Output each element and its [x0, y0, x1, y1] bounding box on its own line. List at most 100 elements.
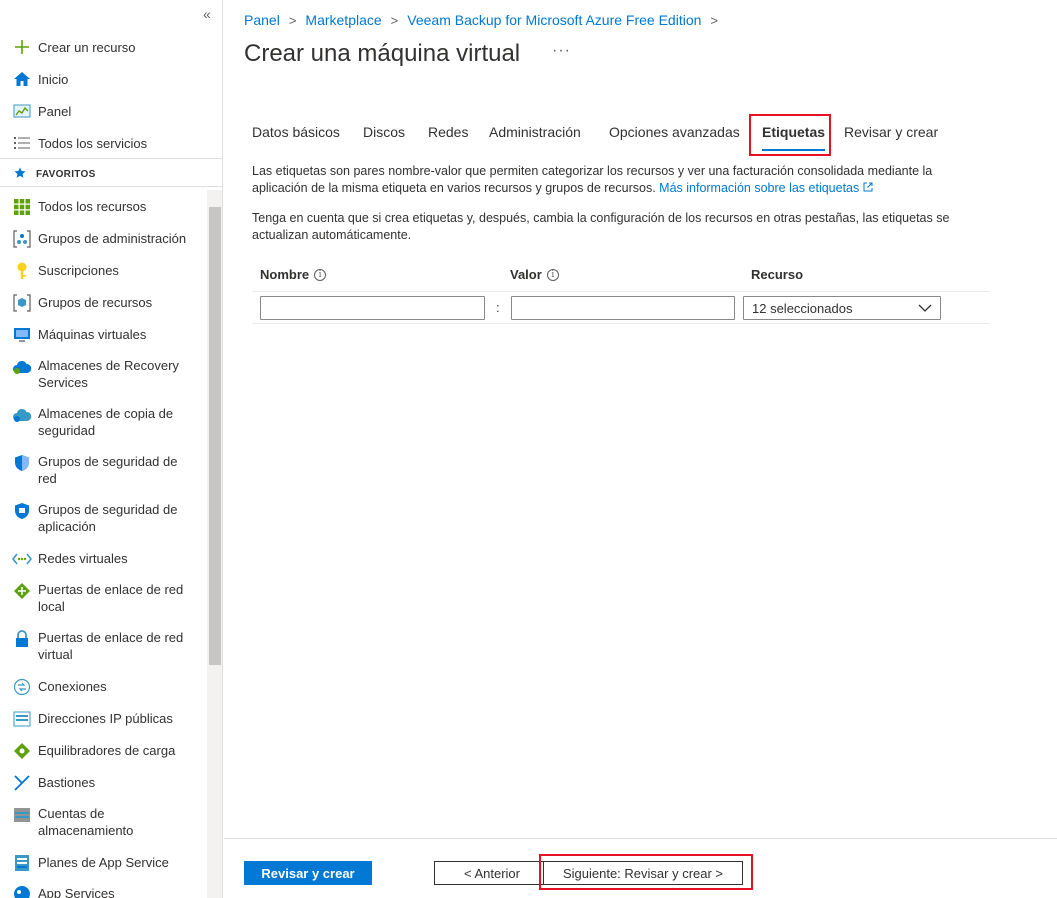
app-security-shield-icon — [12, 501, 32, 521]
sidebar-item-management-groups[interactable]: Grupos de administración — [0, 230, 207, 248]
sidebar-item-local-gateway[interactable]: Puertas de enlace de red local — [0, 581, 207, 615]
breadcrumb-veeam-link[interactable]: Veeam Backup for Microsoft Azure Free Ed… — [407, 12, 701, 28]
tab-opciones-avanzadas[interactable]: Opciones avanzadas — [609, 124, 740, 140]
sidebar-item-label: Bastiones — [38, 775, 96, 790]
nav-dashboard[interactable]: Panel — [0, 102, 207, 120]
nav-home[interactable]: Inicio — [0, 70, 207, 88]
sidebar-item-label: Planes de App Service — [38, 855, 169, 870]
next-review-create-button[interactable]: Siguiente: Revisar y crear > — [543, 861, 743, 885]
connections-icon — [12, 677, 32, 697]
tab-redes[interactable]: Redes — [428, 124, 468, 140]
sidebar-item-label: Suscripciones — [38, 263, 119, 278]
backup-vault-icon — [12, 405, 32, 425]
tab-etiquetas[interactable]: Etiquetas — [762, 124, 826, 151]
sidebar-item-virtual-machine[interactable]: Máquinas virtuales — [0, 326, 207, 344]
sidebar-item-connections[interactable]: Conexiones — [0, 678, 207, 696]
nav-create-resource[interactable]: Crear un recurso — [0, 38, 207, 56]
sidebar-item-recovery-vault[interactable]: Almacenes de Recovery Services — [0, 357, 207, 391]
tag-name-input[interactable] — [260, 296, 485, 320]
breadcrumb: Panel > Marketplace > Veeam Backup for M… — [244, 12, 727, 28]
sidebar-item-public-ip[interactable]: Direcciones IP públicas — [0, 710, 207, 728]
sidebar-item-load-balancer[interactable]: Equilibradores de carga — [0, 742, 207, 760]
bastion-icon — [12, 773, 32, 793]
sidebar-item-label: Grupos de seguridad de red — [38, 454, 178, 486]
breadcrumb-panel-link[interactable]: Panel — [244, 12, 280, 28]
breadcrumb-separator: > — [390, 12, 399, 28]
sidebar-item-shield[interactable]: Grupos de seguridad de red — [0, 453, 207, 487]
table-divider — [252, 291, 990, 292]
tab-discos[interactable]: Discos — [363, 124, 405, 140]
recovery-vault-icon — [12, 357, 32, 377]
sidebar-item-label: Cuentas de almacenamiento — [38, 806, 134, 838]
sidebar-item-virtual-network[interactable]: Redes virtuales — [0, 550, 207, 568]
tags-note: Tenga en cuenta que si crea etiquetas y,… — [252, 211, 950, 242]
all-resources-icon — [12, 197, 32, 217]
list-icon — [12, 133, 32, 153]
page-title: Crear una máquina virtual — [244, 40, 521, 67]
tab-datos-basicos[interactable]: Datos básicos — [252, 124, 340, 140]
tab-revisar-y-crear[interactable]: Revisar y crear — [844, 124, 938, 140]
sidebar-item-storage-account[interactable]: Cuentas de almacenamiento — [0, 805, 207, 839]
favorites-header: FAVORITOS — [14, 167, 96, 182]
sidebar-item-all-resources[interactable]: Todos los recursos — [0, 198, 207, 216]
sidebar-item-label: Todos los recursos — [38, 199, 147, 214]
shield-icon — [12, 453, 32, 473]
app-services-icon — [12, 884, 32, 898]
footer-action-bar: Revisar y crear < Anterior Siguiente: Re… — [224, 838, 1057, 898]
nav-home-label: Inicio — [38, 71, 69, 87]
home-icon — [12, 69, 32, 89]
storage-account-icon — [12, 805, 32, 825]
nav-all-services[interactable]: Todos los servicios — [0, 134, 207, 152]
info-icon[interactable]: i — [314, 268, 327, 281]
lock-gateway-icon — [12, 629, 32, 649]
tag-value-input[interactable] — [511, 296, 735, 320]
sidebar-item-backup-vault[interactable]: Almacenes de copia de seguridad — [0, 405, 207, 439]
sidebar-item-bastion[interactable]: Bastiones — [0, 774, 207, 792]
resource-dropdown[interactable]: 12 seleccionados — [743, 296, 941, 320]
main-content: Panel > Marketplace > Veeam Backup for M… — [224, 0, 1057, 898]
plus-icon — [12, 37, 32, 57]
sidebar-item-label: Equilibradores de carga — [38, 743, 176, 758]
app-service-plan-icon — [12, 853, 32, 873]
column-header-value: Valor i — [510, 267, 559, 282]
sidebar-item-label: Máquinas virtuales — [38, 327, 147, 342]
management-groups-icon — [12, 229, 32, 249]
sidebar-item-label: Conexiones — [38, 679, 107, 694]
virtual-machine-icon — [12, 325, 32, 345]
breadcrumb-separator: > — [710, 12, 718, 28]
nav-create-resource-label: Crear un recurso — [38, 39, 136, 55]
tab-administracion[interactable]: Administración — [489, 124, 581, 140]
breadcrumb-marketplace-link[interactable]: Marketplace — [305, 12, 381, 28]
review-create-button[interactable]: Revisar y crear — [244, 861, 372, 885]
sidebar-item-app-service-plan[interactable]: Planes de App Service — [0, 854, 207, 872]
previous-button[interactable]: < Anterior — [434, 861, 550, 885]
chevron-down-icon — [918, 301, 932, 318]
more-options-button[interactable]: ··· — [552, 42, 571, 60]
nav-all-services-label: Todos los servicios — [38, 135, 148, 151]
key-icon — [12, 261, 32, 281]
collapse-sidebar-icon[interactable]: « — [203, 6, 211, 22]
sidebar-item-app-security-shield[interactable]: Grupos de seguridad de aplicación — [0, 501, 207, 535]
sidebar-item-resource-groups[interactable]: Grupos de recursos — [0, 294, 207, 312]
sidebar-item-label: Redes virtuales — [38, 551, 128, 566]
learn-more-tags-link[interactable]: Más información sobre las etiquetas — [659, 181, 873, 195]
breadcrumb-separator: > — [288, 12, 297, 28]
external-link-icon — [863, 182, 873, 192]
sidebar-item-label: Almacenes de Recovery Services — [38, 358, 179, 390]
left-nav-sidebar: « Crear un recurso Inicio Panel Todos lo… — [0, 0, 223, 898]
tags-description: Las etiquetas son pares nombre-valor que… — [252, 164, 933, 195]
sidebar-item-app-services[interactable]: App Services — [0, 885, 207, 898]
sidebar-scrollbar-thumb[interactable] — [209, 207, 221, 665]
sidebar-item-label: Direcciones IP públicas — [38, 711, 173, 726]
name-value-separator: : — [496, 300, 500, 315]
column-header-resource: Recurso — [751, 267, 804, 282]
sidebar-item-label: App Services — [38, 886, 115, 898]
sidebar-item-label: Grupos de administración — [38, 231, 187, 246]
column-header-name: Nombre i — [260, 267, 327, 282]
sidebar-item-label: Almacenes de copia de seguridad — [38, 406, 174, 438]
sidebar-item-lock-gateway[interactable]: Puertas de enlace de red virtual — [0, 629, 207, 663]
table-divider — [252, 323, 990, 324]
sidebar-item-key[interactable]: Suscripciones — [0, 262, 207, 280]
sidebar-item-label: Grupos de recursos — [38, 295, 153, 310]
info-icon[interactable]: i — [546, 268, 559, 281]
